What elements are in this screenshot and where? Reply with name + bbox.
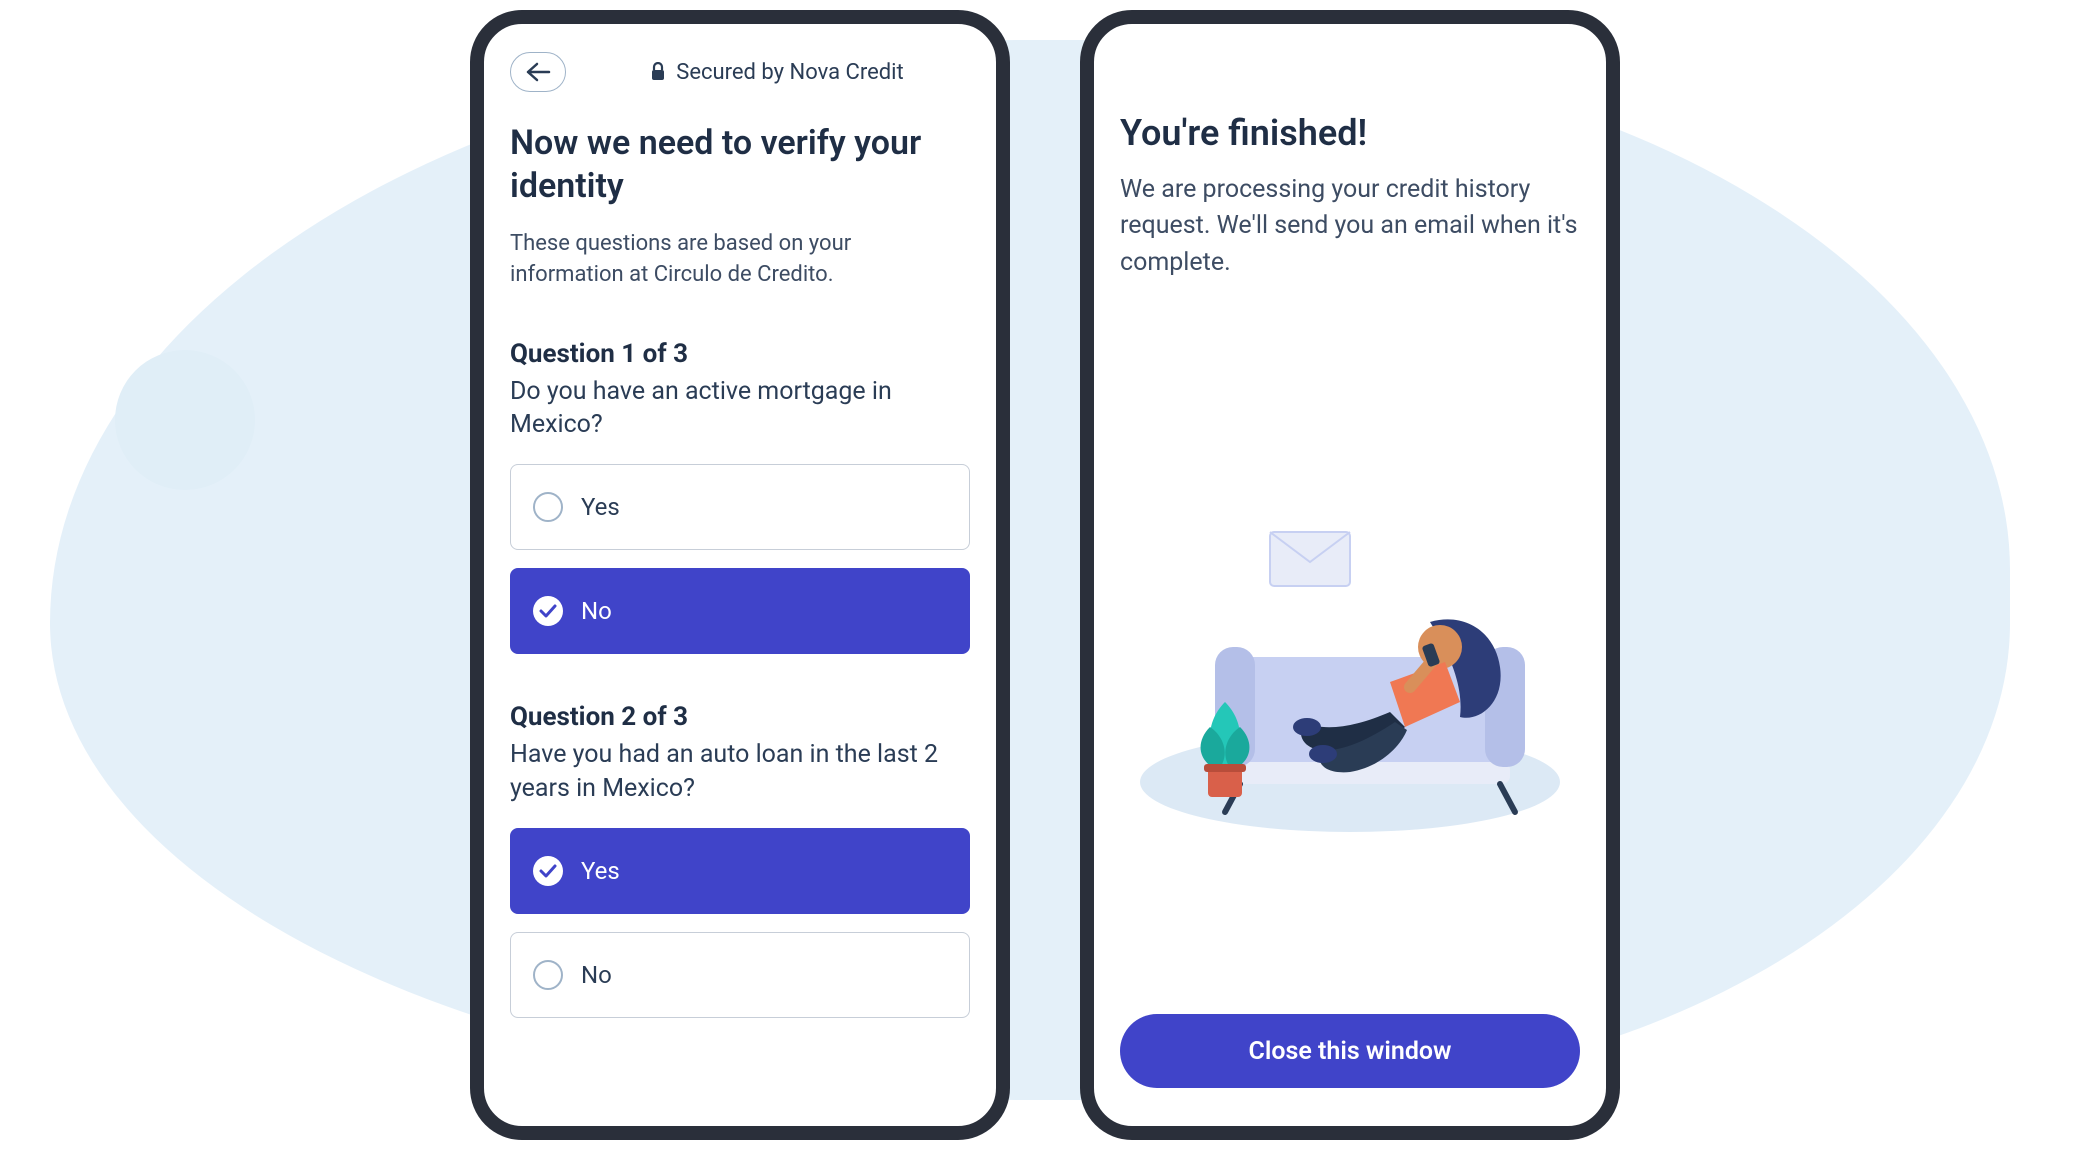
lock-icon bbox=[650, 62, 666, 82]
phone-verify-identity: Secured by Nova Credit Now we need to ve… bbox=[470, 10, 1010, 1140]
radio-checked-icon bbox=[533, 856, 563, 886]
phone-finished: You're finished! We are processing your … bbox=[1080, 10, 1620, 1140]
header-row: Secured by Nova Credit bbox=[510, 52, 970, 92]
close-window-button[interactable]: Close this window bbox=[1120, 1014, 1580, 1088]
page-subtitle: These questions are based on your inform… bbox=[510, 229, 970, 291]
option-label: No bbox=[581, 597, 612, 625]
radio-unchecked-icon bbox=[533, 492, 563, 522]
question-label: Question 2 of 3 bbox=[510, 702, 970, 732]
question-text: Have you had an auto loan in the last 2 … bbox=[510, 738, 970, 806]
finished-illustration bbox=[1120, 311, 1580, 1014]
finished-title: You're finished! bbox=[1120, 112, 1580, 154]
phone-mockups: Secured by Nova Credit Now we need to ve… bbox=[0, 0, 2090, 1152]
secured-label: Secured by Nova Credit bbox=[584, 60, 970, 85]
person-on-couch-illustration bbox=[1130, 492, 1570, 832]
radio-unchecked-icon bbox=[533, 960, 563, 990]
question-label: Question 1 of 3 bbox=[510, 339, 970, 369]
page-title: Now we need to verify your identity bbox=[510, 122, 970, 207]
screen-verify: Secured by Nova Credit Now we need to ve… bbox=[484, 24, 996, 1126]
back-button[interactable] bbox=[510, 52, 566, 92]
finished-subtitle: We are processing your credit history re… bbox=[1120, 172, 1580, 281]
question-block-1: Question 1 of 3 Do you have an active mo… bbox=[510, 339, 970, 673]
option-label: No bbox=[581, 961, 612, 989]
secured-text: Secured by Nova Credit bbox=[676, 60, 903, 85]
option-yes[interactable]: Yes bbox=[510, 828, 970, 914]
option-yes[interactable]: Yes bbox=[510, 464, 970, 550]
option-no[interactable]: No bbox=[510, 932, 970, 1018]
radio-checked-icon bbox=[533, 596, 563, 626]
arrow-left-icon bbox=[525, 62, 551, 82]
option-no[interactable]: No bbox=[510, 568, 970, 654]
option-label: Yes bbox=[581, 493, 620, 521]
question-block-2: Question 2 of 3 Have you had an auto loa… bbox=[510, 702, 970, 1036]
question-text: Do you have an active mortgage in Mexico… bbox=[510, 375, 970, 443]
screen-finished: You're finished! We are processing your … bbox=[1094, 24, 1606, 1126]
close-button-label: Close this window bbox=[1248, 1037, 1451, 1066]
option-label: Yes bbox=[581, 857, 620, 885]
